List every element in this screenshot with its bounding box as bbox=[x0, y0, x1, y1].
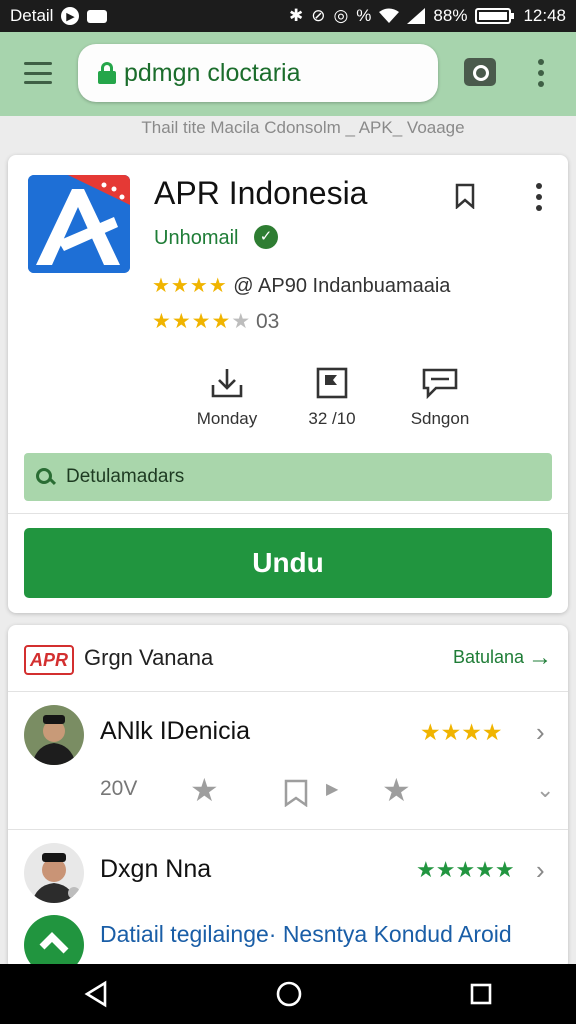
status-time: 12:48 bbox=[523, 6, 566, 25]
divider bbox=[8, 829, 568, 830]
reviewer-name: Dxgn Nna bbox=[100, 855, 212, 883]
status-left-label: Detail bbox=[10, 6, 54, 25]
star-icon[interactable]: ★ bbox=[190, 771, 219, 809]
signal-icon bbox=[407, 8, 426, 24]
chevron-down-icon[interactable]: ⌄ bbox=[536, 777, 554, 803]
review-text[interactable]: Datiail tegilainge· Nesntya Kondud Aroid bbox=[100, 919, 540, 949]
search-icon bbox=[36, 468, 54, 486]
reviews-card: APR Grgn Vanana Batulana → ANlk IDenicia… bbox=[8, 625, 568, 975]
rating-stars-empty: ★ bbox=[231, 310, 251, 333]
chevron-right-icon[interactable]: › bbox=[536, 855, 545, 886]
rating-detail: ★★★★★ 03 bbox=[152, 309, 279, 334]
percent-icon: % bbox=[356, 6, 372, 25]
url-text: pdmgn cloctaria bbox=[124, 58, 301, 87]
section-title: Grgn Vanana bbox=[84, 645, 214, 670]
alarm-icon: ◎ bbox=[333, 6, 349, 25]
app-title: APR Indonesia bbox=[154, 175, 368, 211]
divider bbox=[8, 691, 568, 692]
menu-icon[interactable] bbox=[24, 62, 52, 84]
overflow-menu-icon[interactable] bbox=[538, 59, 544, 87]
see-all-label: Batulana bbox=[452, 647, 524, 667]
play-icon[interactable]: ▶ bbox=[326, 779, 338, 799]
divider bbox=[8, 513, 568, 514]
wifi-icon bbox=[379, 8, 400, 24]
back-icon[interactable] bbox=[83, 980, 109, 1008]
stat-rating[interactable]: Sdngon bbox=[385, 367, 495, 429]
reviewer-name: ANlk IDenicia bbox=[100, 717, 251, 745]
review-stars: ★★★★★ bbox=[416, 857, 515, 882]
chevron-right-icon[interactable]: › bbox=[536, 717, 545, 748]
message-notification-icon bbox=[87, 9, 108, 23]
lock-icon bbox=[98, 62, 116, 84]
rating-summary: ★★★★ @ AP90 Indanbuamaaia bbox=[152, 273, 450, 298]
browser-toolbar: pdmgn cloctaria bbox=[0, 32, 576, 116]
rating-text: @ AP90 Indanbuamaaia bbox=[233, 275, 451, 297]
page-subtitle: Thail tite Macila Cdonsolm _ APK_ Voaage bbox=[141, 118, 465, 137]
message-icon bbox=[422, 368, 458, 399]
rating-stars: ★★★★ bbox=[152, 275, 228, 297]
status-bar: Detail ▶ ✱ ⊘ ◎ % 88% 12:48 bbox=[0, 0, 576, 32]
stat-size[interactable]: 32 /10 bbox=[277, 367, 387, 429]
search-strip[interactable]: Detulamadars bbox=[24, 453, 552, 501]
search-strip-label: Detulamadars bbox=[66, 466, 185, 487]
stat-size-label: 32 /10 bbox=[308, 409, 356, 428]
app-logo-icon bbox=[28, 175, 130, 273]
app-card: APR Indonesia Unhomail ✓ ★★★★ @ AP90 Ind… bbox=[8, 155, 568, 613]
recents-icon[interactable] bbox=[469, 982, 493, 1006]
battery-icon bbox=[475, 7, 515, 25]
rating-value: 03 bbox=[255, 310, 280, 333]
notification-icon: ▶ bbox=[61, 7, 80, 25]
home-icon[interactable] bbox=[275, 980, 303, 1008]
bookmark-icon[interactable] bbox=[455, 183, 475, 209]
camera-icon[interactable] bbox=[464, 58, 496, 86]
bookmark-outline-icon[interactable] bbox=[284, 779, 308, 807]
battery-percent: 88% bbox=[433, 6, 468, 25]
apr-badge: APR bbox=[24, 645, 74, 675]
see-all-link[interactable]: Batulana → bbox=[452, 643, 552, 671]
address-bar[interactable]: pdmgn cloctaria bbox=[78, 44, 438, 102]
arrow-right-icon: → bbox=[528, 643, 552, 671]
avatar[interactable] bbox=[24, 843, 84, 903]
review-actions: 20V ★ ▶ ★ ⌄ bbox=[24, 772, 554, 811]
developer-link[interactable]: Unhomail bbox=[154, 227, 238, 250]
star-icon[interactable]: ★ bbox=[382, 771, 411, 809]
install-button[interactable]: Undu bbox=[24, 528, 552, 598]
more-options-icon[interactable] bbox=[536, 183, 542, 211]
rating-stars-filled: ★★★★ bbox=[152, 310, 232, 333]
review-stars: ★★★★ bbox=[420, 719, 503, 745]
navigation-bar bbox=[0, 964, 576, 1024]
stat-downloads-label: Monday bbox=[196, 409, 258, 428]
stat-rating-label: Sdngon bbox=[410, 409, 470, 428]
flag-icon bbox=[316, 367, 348, 399]
verified-badge-icon: ✓ bbox=[254, 225, 278, 249]
avatar[interactable] bbox=[24, 705, 84, 765]
bluetooth-icon: ✱ bbox=[288, 6, 304, 25]
do-not-disturb-icon: ⊘ bbox=[311, 6, 326, 25]
review-count: 20V bbox=[100, 777, 138, 800]
stat-downloads[interactable]: Monday bbox=[172, 367, 282, 429]
download-icon bbox=[211, 369, 243, 398]
